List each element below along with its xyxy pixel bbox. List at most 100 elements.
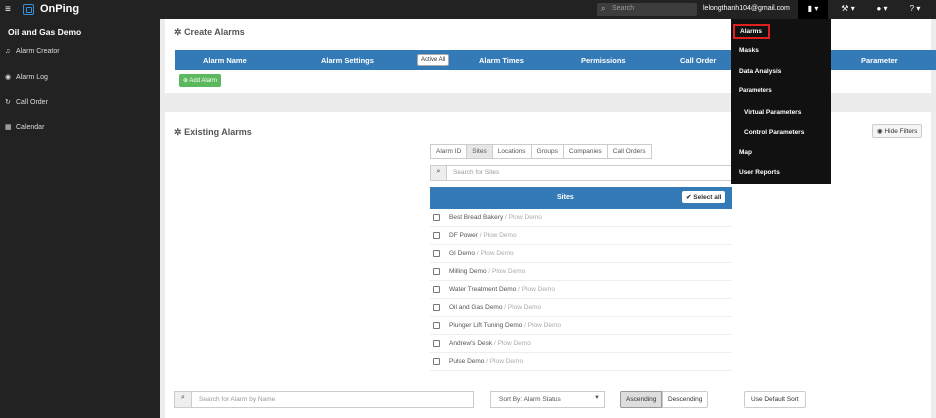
sidebar: Oil and Gas Demo ♫ Alarm Creator ◉ Alarm L… [0,19,160,418]
sidebar-item-calendar[interactable]: ▦ Calendar [5,123,44,131]
alarm-search-placeholder: Search for Alarm by Name [199,396,276,403]
eye-icon: ◉ [5,74,12,81]
list-item[interactable]: Plunger Lift Tuning Demo / Plow Demo [430,317,732,335]
column-permissions: Permissions [581,56,626,65]
user-icon: ● [876,4,882,13]
ascending-button[interactable]: Ascending [620,391,663,408]
menu-item-control-parameters[interactable]: Control Parameters [744,129,804,136]
user-menu-button[interactable]: ● ▾ [870,0,894,19]
hide-filters-button[interactable]: ◉ Hide Filters [872,124,923,138]
global-search-input[interactable]: ⌕ Search [597,3,697,16]
gear-icon: ✲ [174,127,182,137]
site-name: Best Bread Bakery [449,214,504,221]
site-org: / Plow Demo [505,214,542,221]
site-checkbox[interactable] [433,322,440,329]
menu-item-virtual-parameters[interactable]: Virtual Parameters [744,109,801,116]
site-name: GI Demo [449,250,476,257]
plus-circle-icon: ⊕ [183,78,189,84]
list-item[interactable]: Andrew's Desk / Plow Demo [430,335,732,353]
alarm-sort-bar: ⌕ Search for Alarm by Name Sort By: Alar… [174,391,926,409]
list-item[interactable]: Pulse Demo / Plow Demo [430,353,732,371]
onping-logo-icon [23,4,34,15]
existing-alarms-title: ✲ Existing Alarms [174,127,252,137]
site-name: Water Treatment Demo [449,286,517,293]
gear-icon: ✲ [174,27,182,37]
search-icon: ⌕ [431,166,447,180]
brand-name[interactable]: OnPing [40,3,79,15]
use-default-sort-button[interactable]: Use Default Sort [744,391,806,408]
menu-item-data-analysis[interactable]: Data Analysis [739,68,781,75]
column-alarm-name: Alarm Name [203,56,247,65]
sites-search-input[interactable]: ⌕ Search for Sites [430,165,732,181]
eye-icon: ◉ [877,128,883,135]
list-item[interactable]: Best Bread Bakery / Plow Demo [430,209,732,227]
tab-alarm-id[interactable]: Alarm ID [430,144,468,159]
sidebar-item-alarm-creator[interactable]: ♫ Alarm Creator [5,48,60,55]
site-org: / Plow Demo [518,286,555,293]
menu-item-user-reports[interactable]: User Reports [739,169,780,176]
tools-menu-button[interactable]: ⚒ ▾ [836,0,860,19]
hamburger-menu-icon[interactable]: ≡ [5,4,11,15]
site-org: / Plow Demo [493,340,531,347]
create-alarms-title: ✲ Create Alarms [174,27,245,37]
sidebar-item-alarm-log[interactable]: ◉ Alarm Log [5,73,48,81]
site-org: / Plow Demo [488,268,526,275]
select-all-button[interactable]: ✔ Select all [682,191,726,203]
site-checkbox[interactable] [433,358,440,365]
wrench-icon: ⚒ [841,4,849,13]
site-checkbox[interactable] [433,214,440,221]
column-alarm-times: Alarm Times [479,56,524,65]
site-name: Plunger Lift Tuning Demo [449,322,523,329]
site-org: / Plow Demo [486,358,524,365]
activate-all-button[interactable]: Active All [417,54,450,66]
list-item[interactable]: Water Treatment Demo / Plow Demo [430,281,732,299]
search-icon: ⌕ [175,392,192,407]
sites-list-header: Sites ✔ Select all [430,187,732,209]
tab-companies[interactable]: Companies [562,144,608,159]
column-alarm-settings: Alarm Settings [321,56,374,65]
descending-button[interactable]: Descending [662,391,709,408]
list-item[interactable]: Milling Demo / Plow Demo [430,263,732,281]
search-icon: ⌕ [601,4,606,13]
site-name: Andrew's Desk [449,340,493,347]
tab-sites[interactable]: Sites [466,144,493,159]
tab-call-orders[interactable]: Call Orders [606,144,652,159]
site-name: DF Power [449,232,478,239]
site-checkbox[interactable] [433,250,440,257]
top-navbar: ≡ OnPing ⌕ Search lelongthanh104@gmail.c… [0,0,936,19]
site-org: / Plow Demo [479,232,517,239]
site-checkbox[interactable] [433,268,440,275]
bookmark-menu-button[interactable]: ▮ ▾ [798,0,828,19]
site-name: Oil and Gas Demo [449,304,503,311]
sort-by-select[interactable]: Sort By: Alarm Status ▼ [490,391,605,408]
help-menu-button[interactable]: ? ▾ [903,0,927,19]
bookmark-dropdown-menu: Alarms Masks Data Analysis Parameters Vi… [731,19,831,184]
site-checkbox[interactable] [433,340,440,347]
site-checkbox[interactable] [433,286,440,293]
tab-locations[interactable]: Locations [491,144,532,159]
filter-tabs: Alarm ID Sites Locations Groups Companie… [430,144,652,159]
calendar-icon: ▦ [5,124,12,131]
tab-groups[interactable]: Groups [530,144,564,159]
list-item[interactable]: DF Power / Plow Demo [430,227,732,245]
site-org: / Plow Demo [524,322,562,329]
menu-item-alarms[interactable]: Alarms [733,24,771,39]
list-item[interactable]: Oil and Gas Demo / Plow Demo [430,299,732,317]
user-email[interactable]: lelongthanh104@gmail.com [703,5,790,12]
sites-header-label: Sites [557,194,574,201]
menu-item-map[interactable]: Map [739,149,752,156]
site-checkbox[interactable] [433,232,440,239]
column-parameter: Parameter [832,50,936,70]
alarm-search-input[interactable]: ⌕ Search for Alarm by Name [174,391,474,408]
site-checkbox[interactable] [433,304,440,311]
add-alarm-button[interactable]: ⊕ Add Alarm [179,74,222,87]
list-item[interactable]: GI Demo / Plow Demo [430,245,732,263]
menu-item-parameters: Parameters [739,88,772,94]
chevron-down-icon: ▼ [594,395,600,401]
site-name: Pulse Demo [449,358,485,365]
bookmark-icon: ▮ [807,4,813,13]
sidebar-item-call-order[interactable]: ↻ Call Order [5,98,48,106]
bell-icon: ♫ [5,48,11,55]
global-search-placeholder: Search [612,5,635,12]
menu-item-masks[interactable]: Masks [739,47,759,54]
